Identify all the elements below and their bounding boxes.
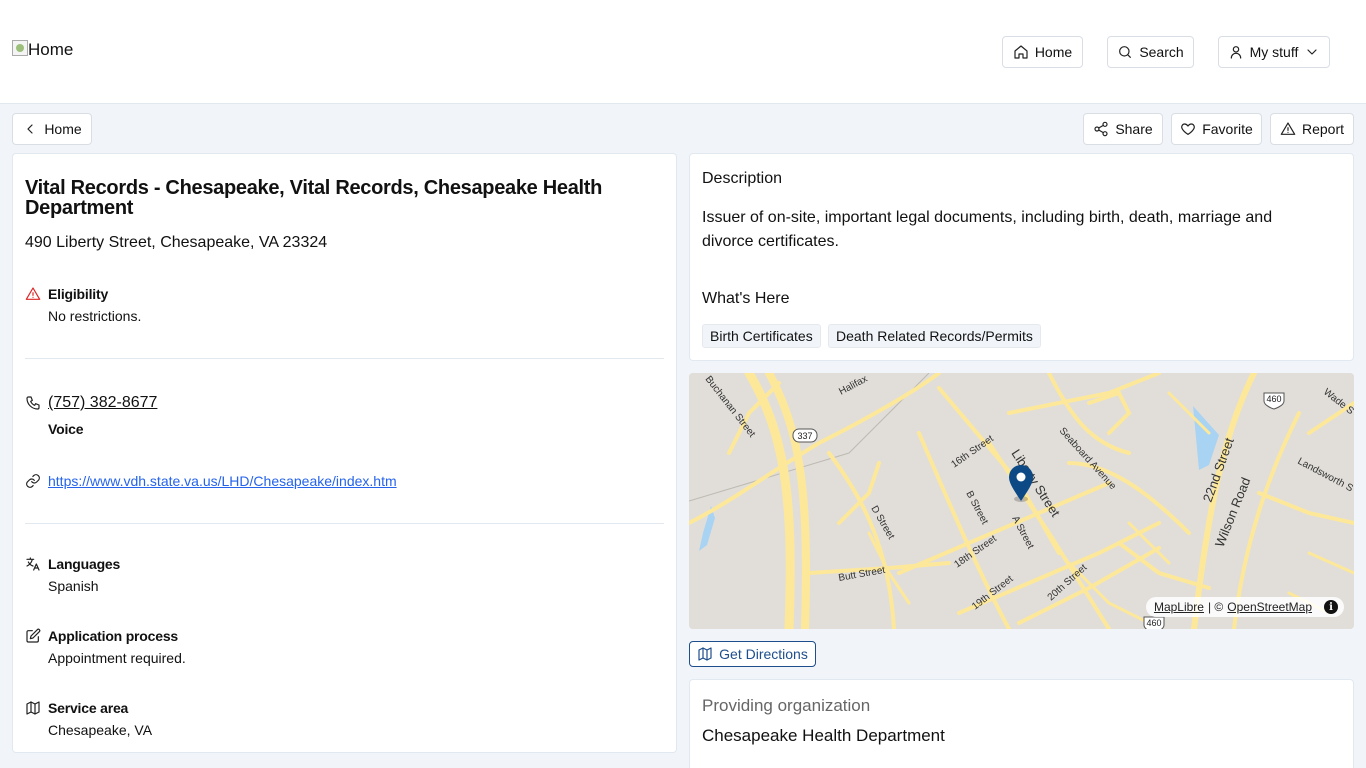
nav-search-button[interactable]: Search (1107, 36, 1194, 68)
map-canvas: 337 460 460 Buchanan Street Halifax 16th… (689, 373, 1354, 629)
nav-my-stuff-button[interactable]: My stuff (1218, 36, 1330, 68)
info-icon[interactable]: i (1324, 600, 1338, 614)
maplibre-link[interactable]: MapLibre (1154, 600, 1204, 614)
nav-my-stuff-label: My stuff (1249, 44, 1299, 60)
route-shield-337: 337 (797, 431, 812, 441)
attribution-separator: | © (1207, 600, 1224, 614)
phone-type-label: Voice (48, 421, 84, 437)
eligibility-warning-icon (25, 287, 41, 300)
application-process-label: Application process (48, 628, 179, 644)
description-text: Issuer of on-site, important legal docum… (702, 209, 1273, 250)
share-icon (1094, 121, 1108, 137)
website-link[interactable]: https://www.vdh.state.va.us/LHD/Chesapea… (48, 473, 397, 489)
providing-organization-heading: Providing organization (702, 696, 871, 715)
heart-icon (1181, 123, 1196, 135)
service-title: Vital Records - Chesapeake, Vital Record… (25, 177, 603, 219)
service-details-card: Vital Records - Chesapeake, Vital Record… (12, 153, 677, 753)
description-card: Description Issuer of on-site, important… (689, 153, 1354, 361)
broken-image-icon (12, 40, 28, 56)
home-logo-link[interactable]: Home (12, 40, 73, 60)
tag-birth-certificates: Birth Certificates (702, 324, 821, 348)
service-area-label: Service area (48, 700, 129, 716)
organization-name-link[interactable]: Chesapeake Health Department (702, 726, 945, 746)
warning-icon (1280, 122, 1296, 135)
map-attribution: MapLibre | © OpenStreetMap i (1145, 597, 1344, 617)
favorite-button[interactable]: Favorite (1171, 113, 1262, 145)
tag-death-records: Death Related Records/Permits (828, 324, 1041, 348)
get-directions-label: Get Directions (719, 646, 808, 662)
get-directions-button[interactable]: Get Directions (689, 641, 816, 667)
report-button[interactable]: Report (1270, 113, 1354, 145)
edit-icon (26, 628, 41, 643)
map-icon (26, 701, 40, 715)
nav-home-label: Home (1034, 44, 1073, 60)
favorite-label: Favorite (1202, 121, 1253, 137)
map-icon (698, 647, 712, 661)
nav-search-label: Search (1139, 44, 1184, 60)
link-icon (26, 474, 40, 488)
phone-link[interactable]: (757) 382-8677 (48, 394, 157, 412)
divider (25, 523, 664, 524)
service-area-value: Chesapeake, VA (48, 722, 153, 738)
report-label: Report (1301, 121, 1345, 137)
share-button[interactable]: Share (1083, 113, 1163, 145)
user-icon (1230, 46, 1241, 59)
languages-value: Spanish (48, 578, 99, 594)
back-home-button[interactable]: Home (12, 113, 92, 145)
application-process-value: Appointment required. (48, 650, 186, 666)
whats-here-heading: What's Here (702, 290, 790, 307)
description-heading: Description (702, 170, 783, 187)
phone-icon (26, 396, 40, 410)
share-label: Share (1115, 121, 1153, 137)
route-shield-460: 460 (1146, 618, 1161, 628)
divider (25, 358, 664, 359)
chevron-left-icon (27, 124, 33, 134)
service-address: 490 Liberty Street, Chesapeake, VA 23324 (25, 234, 328, 251)
translate-icon (26, 557, 40, 571)
location-map[interactable]: 337 460 460 Buchanan Street Halifax 16th… (689, 373, 1354, 629)
route-shield-460: 460 (1266, 394, 1281, 404)
site-header: Home Home Search My stuff (0, 0, 1366, 104)
house-icon (1014, 45, 1028, 59)
back-home-label: Home (44, 121, 82, 137)
openstreetmap-link[interactable]: OpenStreetMap (1227, 600, 1312, 614)
search-icon (1119, 46, 1132, 58)
providing-organization-card: Providing organization Chesapeake Health… (689, 679, 1354, 768)
chevron-down-icon (1307, 49, 1317, 55)
eligibility-label: Eligibility (48, 286, 109, 302)
eligibility-value: No restrictions. (48, 308, 142, 324)
languages-label: Languages (48, 556, 121, 572)
nav-home-button[interactable]: Home (1002, 36, 1083, 68)
logo-alt-text: Home (28, 40, 74, 59)
